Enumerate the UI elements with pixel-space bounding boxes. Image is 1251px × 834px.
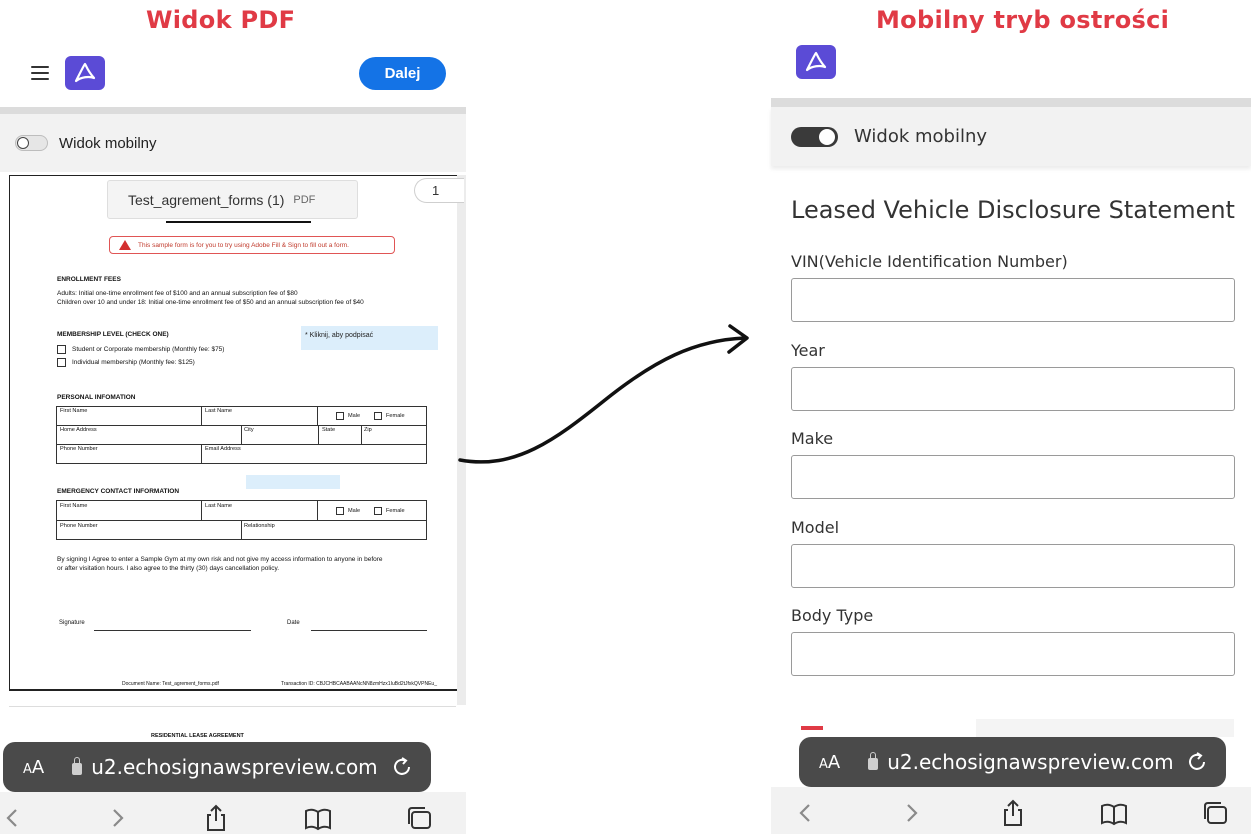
enrollment-adults: Adults: Initial one-time enrollment fee … [57, 290, 298, 297]
emergency-title: EMERGENCY CONTACT INFORMATION [57, 488, 180, 495]
ec-last-name-label: Last Name [205, 503, 233, 509]
last-name-label: Last Name [205, 408, 233, 414]
city-label: City [244, 427, 254, 433]
right-forward-icon[interactable] [898, 799, 926, 827]
transition-arrow-icon [458, 324, 749, 464]
ec-relationship-label: Relationship [244, 523, 275, 529]
file-name-chip: Test_agrement_forms (1) PDF [107, 180, 358, 219]
mobile-view-toggle-bar: Widok mobilny [0, 114, 466, 172]
model-label: Model [791, 518, 840, 537]
membership-option-2: Individual membership (Monthly fee: $125… [72, 359, 195, 366]
right-url-bar[interactable]: AA u2.echosignawspreview.com [799, 737, 1226, 787]
next-page-title: RESIDENTIAL LEASE AGREEMENT [151, 733, 244, 739]
document-name: Document Name: Test_agrement_forms.pdf [122, 681, 219, 687]
tabs-icon[interactable] [406, 804, 434, 832]
female-label: Female [386, 413, 405, 419]
female-checkbox[interactable] [374, 412, 382, 420]
vin-label: VIN(Vehicle Identification Number) [791, 252, 1068, 271]
forward-icon[interactable] [104, 804, 132, 832]
phone-number-label: Phone Number [60, 446, 98, 452]
header-separator [0, 107, 466, 114]
right-back-icon[interactable] [793, 799, 821, 827]
reload-icon[interactable] [391, 756, 413, 778]
ec-female-label: Female [386, 508, 405, 514]
right-tabs-icon[interactable] [1202, 799, 1230, 827]
male-label: Male [348, 413, 361, 419]
ec-phone-label: Phone Number [60, 523, 98, 529]
file-ext: PDF [293, 193, 316, 206]
state-label: State [322, 427, 336, 433]
left-safari-toolbar [0, 792, 466, 834]
agreement-line-1: By signing I Agree to enter a Sample Gym… [57, 556, 383, 563]
right-text-size-button[interactable]: AA [819, 752, 840, 773]
right-caption: Mobilny tryb ostrości [876, 6, 1170, 34]
vin-input[interactable] [791, 278, 1235, 322]
back-icon[interactable] [0, 804, 28, 832]
partial-field [976, 719, 1234, 737]
file-name: Test_agrement_forms (1) [128, 191, 285, 208]
email-address-label: Email Address [205, 446, 241, 452]
highlighted-field[interactable] [246, 475, 340, 489]
url-text: u2.echosignawspreview.com [91, 755, 378, 779]
right-mobile-view-label: Widok mobilny [854, 126, 988, 147]
form-title: Leased Vehicle Disclosure Statement [791, 196, 1235, 224]
next-pdf-page: RESIDENTIAL LEASE AGREEMENT [9, 706, 456, 746]
next-button[interactable]: Dalej [359, 57, 446, 90]
year-label: Year [791, 341, 825, 360]
body-type-input[interactable] [791, 632, 1235, 676]
make-label: Make [791, 429, 834, 448]
membership-title: MEMBERSHIP LEVEL (CHECK ONE) [57, 331, 169, 338]
ec-male-checkbox[interactable] [336, 507, 344, 515]
right-url-text: u2.echosignawspreview.com [887, 750, 1174, 774]
ec-female-checkbox[interactable] [374, 507, 382, 515]
transaction-id: Transaction ID: CBJCHBCAABAANcNN8zmHzx1I… [281, 681, 437, 687]
right-acrobat-logo-icon [796, 45, 836, 79]
ec-male-label: Male [348, 508, 361, 514]
first-name-label: First Name [60, 408, 88, 414]
home-address-label: Home Address [60, 427, 97, 433]
membership-checkbox-2[interactable] [57, 358, 66, 367]
mobile-view-label: Widok mobilny [59, 134, 157, 152]
warning-icon [119, 240, 131, 250]
signature-label: Signature [59, 620, 85, 626]
acrobat-logo-icon [65, 56, 105, 90]
right-header-separator [771, 98, 1251, 107]
membership-checkbox-1[interactable] [57, 345, 66, 354]
enrollment-children: Children over 10 and under 18: Initial o… [57, 299, 364, 306]
lock-icon [72, 757, 83, 775]
right-share-icon[interactable] [999, 799, 1027, 827]
right-mobile-view-toggle-bar: Widok mobilny [771, 107, 1251, 166]
chip-underline [166, 221, 311, 223]
ec-first-name-label: First Name [60, 503, 88, 509]
text-size-button[interactable]: AA [23, 757, 44, 778]
personal-info-title: PERSONAL INFOMATION [57, 394, 136, 401]
membership-option-1: Student or Corporate membership (Monthly… [72, 346, 225, 353]
warning-text: This sample form is for you to try using… [138, 241, 349, 249]
zip-label: Zip [364, 427, 372, 433]
bookmarks-icon[interactable] [304, 804, 332, 832]
mobile-view-toggle[interactable] [15, 135, 48, 151]
left-url-bar[interactable]: AA u2.echosignawspreview.com [3, 742, 431, 792]
model-input[interactable] [791, 544, 1235, 588]
right-reload-icon[interactable] [1186, 751, 1208, 773]
right-safari-toolbar [771, 787, 1251, 834]
make-input[interactable] [791, 455, 1235, 499]
page-number-badge: 1 [414, 178, 464, 203]
year-input[interactable] [791, 367, 1235, 411]
date-line[interactable] [311, 630, 427, 631]
required-indicator [801, 726, 823, 730]
sign-here-field[interactable]: * Kliknij, aby podpisać [301, 326, 438, 350]
male-checkbox[interactable] [336, 412, 344, 420]
enrollment-title: ENROLLMENT FEES [57, 276, 121, 283]
right-mobile-view-toggle[interactable] [791, 126, 838, 147]
agreement-line-2: or after visitation hours. I also agree … [57, 565, 280, 572]
right-lock-icon [868, 752, 879, 770]
sample-form-warning: This sample form is for you to try using… [109, 236, 395, 254]
date-label: Date [287, 620, 300, 626]
right-bookmarks-icon[interactable] [1100, 799, 1128, 827]
hamburger-menu-icon[interactable] [31, 66, 49, 80]
body-type-label: Body Type [791, 606, 874, 625]
share-icon[interactable] [202, 804, 230, 832]
signature-line[interactable] [94, 630, 251, 631]
